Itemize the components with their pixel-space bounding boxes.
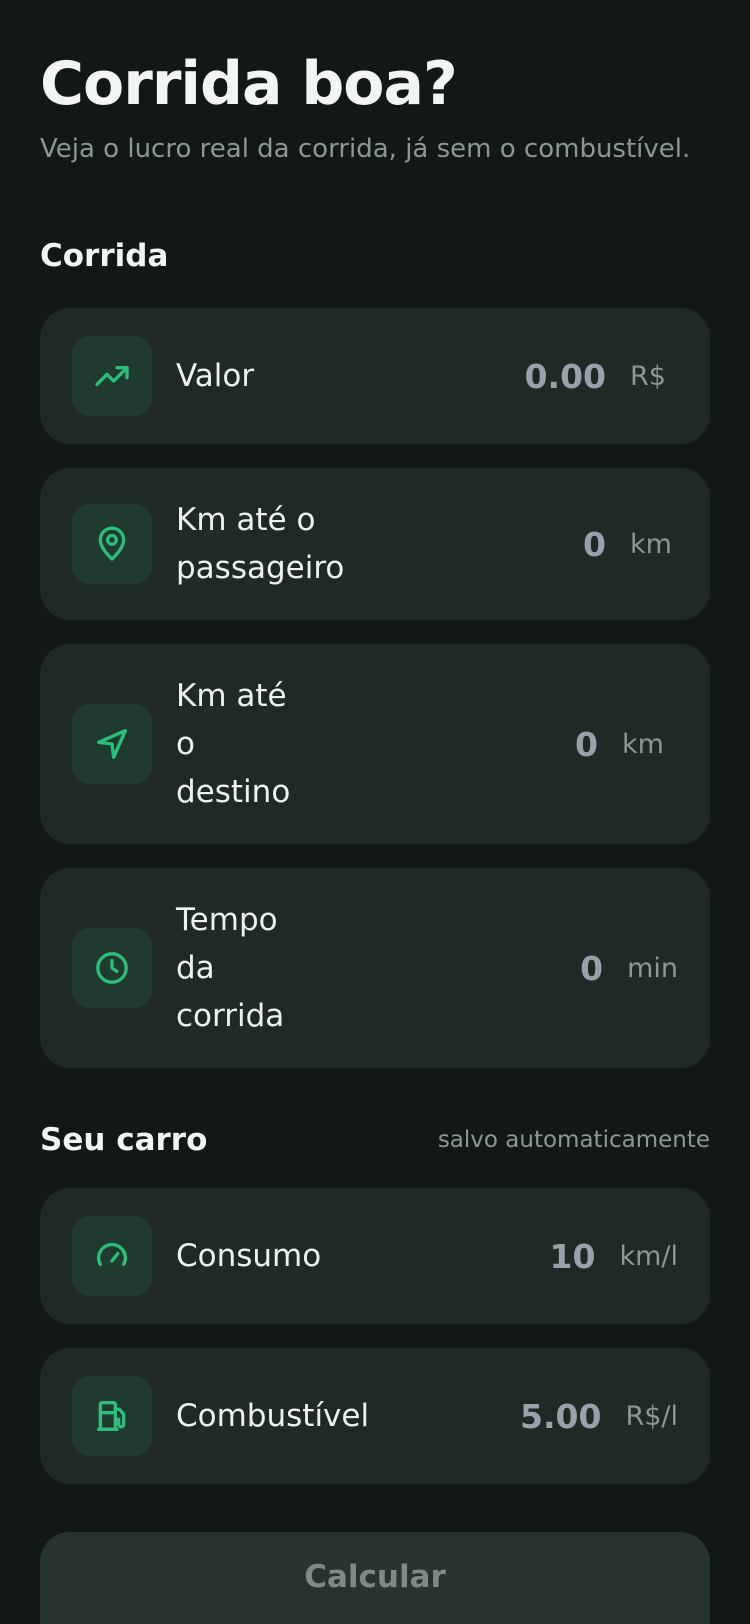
fuel-price-label: Combustível <box>176 1398 370 1434</box>
ride-calculator-screen: Corrida boa? Veja o lucro real da corrid… <box>0 0 750 1624</box>
distance-to-passenger-input[interactable]: 0 <box>576 525 606 564</box>
ride-value-unit: R$ <box>630 360 666 392</box>
ride-duration-label: Tempo da corrida <box>176 902 285 1034</box>
page-title: Corrida boa? <box>40 49 458 119</box>
fuel-price-input[interactable]: 5.00 <box>520 1397 601 1436</box>
distance-to-destination-field[interactable]: Km até o destino 0 km <box>40 644 710 844</box>
fuel-consumption-field[interactable]: Consumo 10 km/l <box>40 1188 710 1324</box>
fuel-consumption-input[interactable]: 10 <box>550 1237 596 1276</box>
distance-to-destination-unit: km <box>622 728 664 760</box>
fuel-price-field[interactable]: Combustível 5.00 R$/l <box>40 1348 710 1484</box>
fuel-consumption-label: Consumo <box>176 1238 322 1274</box>
clock-icon <box>72 928 152 1008</box>
ride-duration-input[interactable]: 0 <box>573 949 603 988</box>
ride-section-title: Corrida <box>40 238 169 274</box>
fuel-consumption-unit: km/l <box>619 1240 678 1272</box>
fuel-pump-icon <box>72 1376 152 1456</box>
distance-to-passenger-label: Km até o passageiro <box>176 502 345 586</box>
calculate-button[interactable]: Calcular <box>40 1532 710 1624</box>
car-section-title: Seu carro <box>40 1122 208 1158</box>
trending-up-icon <box>72 336 152 416</box>
distance-to-passenger-field[interactable]: Km até o passageiro 0 km <box>40 468 710 620</box>
ride-duration-unit: min <box>627 952 678 984</box>
ride-duration-field[interactable]: Tempo da corrida 0 min <box>40 868 710 1068</box>
page-subtitle: Veja o lucro real da corrida, já sem o c… <box>40 134 691 164</box>
ride-value-label: Valor <box>176 358 255 394</box>
ride-value-field[interactable]: Valor 0.00 R$ <box>40 308 710 444</box>
ride-value-input[interactable]: 0.00 <box>525 357 606 396</box>
fuel-price-unit: R$/l <box>625 1400 678 1432</box>
distance-to-destination-input[interactable]: 0 <box>568 725 598 764</box>
navigation-icon <box>72 704 152 784</box>
autosave-note: salvo automaticamente <box>437 1127 710 1153</box>
distance-to-passenger-unit: km <box>630 528 672 560</box>
distance-to-destination-label: Km até o destino <box>176 678 291 810</box>
map-pin-icon <box>72 504 152 584</box>
gauge-icon <box>72 1216 152 1296</box>
